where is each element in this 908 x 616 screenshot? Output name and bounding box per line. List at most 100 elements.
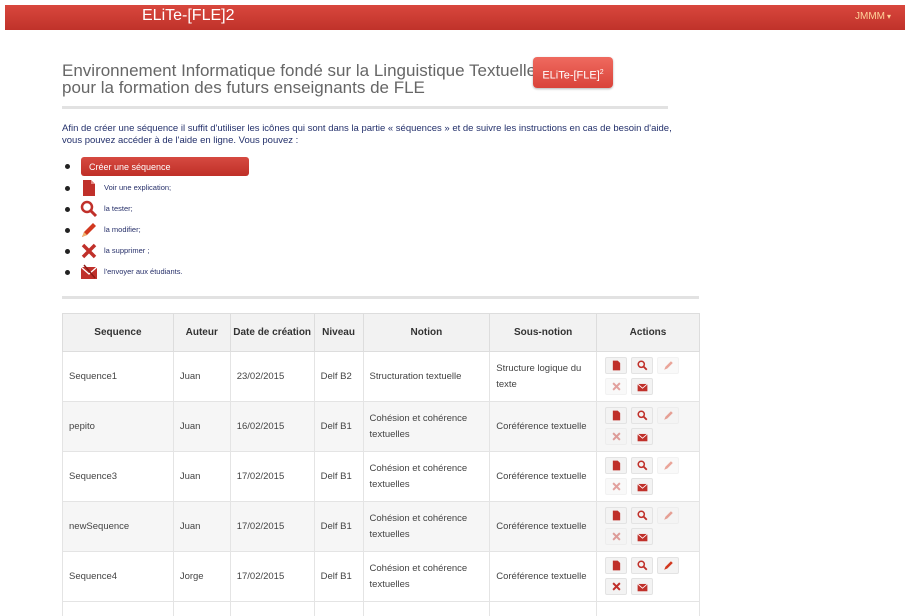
- hero-badge-text: ELiTe-[FLE]: [542, 69, 600, 82]
- send-icon[interactable]: [631, 578, 654, 595]
- user-name: JMMM: [854, 11, 885, 22]
- cell-notion: Cohésion et cohérence textuelles: [362, 501, 491, 552]
- delete-icon[interactable]: [605, 528, 628, 545]
- mail-icon: [79, 262, 99, 282]
- cell-notion: Cohésion et cohérence textuelles: [362, 551, 491, 602]
- cell-notion: Cohésion et cohérence textuelles: [362, 451, 491, 502]
- top-navbar: ELiTe-[FLE]2 JMMM ▾: [5, 5, 905, 30]
- cell-sequence: Sequence4: [62, 551, 174, 602]
- user-menu[interactable]: JMMM ▾: [855, 11, 891, 22]
- delete-icon[interactable]: [605, 428, 628, 445]
- view-icon[interactable]: [605, 507, 628, 524]
- edit-icon[interactable]: [657, 357, 680, 374]
- brand-link[interactable]: ELiTe-[FLE]2: [142, 7, 234, 25]
- col-header-actions: Actions: [596, 313, 700, 352]
- howto-label: l'envoyer aux étudiants.: [104, 267, 183, 276]
- hero-subtitle: pour la formation des futurs enseignants…: [62, 78, 425, 97]
- view-icon[interactable]: [605, 407, 628, 424]
- edit-icon[interactable]: [657, 557, 680, 574]
- table-cell: [62, 601, 174, 616]
- sequences-table: Sequence Auteur Date de création Niveau …: [62, 313, 700, 616]
- test-icon[interactable]: [631, 557, 654, 574]
- howto-label: la tester;: [104, 204, 133, 213]
- delete-icon[interactable]: [605, 378, 628, 395]
- test-icon[interactable]: [631, 457, 654, 474]
- cell-niveau: Delf B2: [313, 351, 364, 402]
- cell-sous-notion: Coréférence textuelle: [489, 401, 598, 452]
- cell-auteur: Juan: [172, 351, 231, 402]
- send-icon[interactable]: [631, 378, 654, 395]
- delete-icon[interactable]: [605, 478, 628, 495]
- intro-text: Afin de créer une séquence il suffit d'u…: [62, 123, 672, 146]
- delete-icon: [79, 241, 99, 261]
- bullet: [65, 164, 70, 169]
- list-item: Créer une séquence: [62, 157, 362, 176]
- hero-badge-sup: 2: [599, 69, 604, 76]
- test-icon[interactable]: [631, 357, 654, 374]
- cell-sous-notion: Coréférence textuelle: [489, 451, 598, 502]
- cell-auteur: Juan: [172, 451, 231, 502]
- caret-down-icon: ▾: [886, 12, 891, 21]
- view-icon[interactable]: [605, 457, 628, 474]
- bullet: [65, 270, 70, 275]
- cell-auteur: Juan: [172, 501, 231, 552]
- table-row: Sequence1 Juan 23/02/2015 Delf B2 Structurat…: [62, 351, 700, 402]
- col-header-auteur[interactable]: Auteur: [172, 313, 231, 352]
- table-cell: [313, 601, 364, 616]
- table-cell: [229, 601, 315, 616]
- magnifier-icon: [79, 199, 99, 219]
- delete-icon[interactable]: [605, 578, 628, 595]
- cell-actions: [596, 401, 700, 452]
- cell-notion: Structuration textuelle: [362, 351, 491, 402]
- cell-sequence: newSequence: [62, 501, 174, 552]
- table-cell: [172, 601, 231, 616]
- cell-date: 23/02/2015: [229, 351, 315, 402]
- cell-sequence: pepito: [62, 401, 174, 452]
- cell-sous-notion: Coréférence textuelle: [489, 501, 598, 552]
- cell-actions: [596, 501, 700, 552]
- test-icon[interactable]: [631, 507, 654, 524]
- view-icon[interactable]: [605, 557, 628, 574]
- cell-niveau: Delf B1: [313, 551, 364, 602]
- howto-label: la modifier;: [104, 225, 141, 234]
- col-header-sous-notion[interactable]: Sous-notion: [489, 313, 598, 352]
- cell-date: 17/02/2015: [229, 451, 315, 502]
- howto-label: Voir une explication;: [104, 183, 172, 192]
- table-cell: [596, 601, 700, 616]
- table-row: pepito Juan 16/02/2015 Delf B1 Cohésion et c…: [62, 401, 700, 452]
- send-icon[interactable]: [631, 478, 654, 495]
- send-icon[interactable]: [631, 428, 654, 445]
- action-group: [605, 507, 699, 546]
- col-header-niveau[interactable]: Niveau: [313, 313, 364, 352]
- cell-date: 17/02/2015: [229, 551, 315, 602]
- cell-auteur: Juan: [172, 401, 231, 452]
- cell-actions: [596, 551, 700, 602]
- cell-sous-notion: Structure logique du texte: [489, 351, 598, 402]
- cell-date: 16/02/2015: [229, 401, 315, 452]
- create-sequence-button[interactable]: Créer une séquence: [81, 157, 249, 176]
- cell-actions: [596, 351, 700, 402]
- cell-niveau: Delf B1: [313, 451, 364, 502]
- col-header-notion[interactable]: Notion: [362, 313, 491, 352]
- table-row: newSequence Juan 17/02/2015 Delf B1 Cohésion…: [62, 501, 700, 552]
- table-row: Sequence3 Juan 17/02/2015 Delf B1 Cohésion e…: [62, 451, 700, 502]
- cell-niveau: Delf B1: [313, 501, 364, 552]
- table-row: Sequence4 Jorge 17/02/2015 Delf B1 Cohésion …: [62, 551, 700, 602]
- action-group: [605, 407, 699, 446]
- action-group: [605, 357, 699, 396]
- bullet: [65, 186, 70, 191]
- cell-auteur: Jorge: [172, 551, 231, 602]
- test-icon[interactable]: [631, 407, 654, 424]
- cell-sequence: Sequence3: [62, 451, 174, 502]
- col-header-sequence[interactable]: Sequence: [62, 313, 174, 352]
- view-icon[interactable]: [605, 357, 628, 374]
- edit-icon[interactable]: [657, 407, 680, 424]
- edit-icon[interactable]: [657, 457, 680, 474]
- divider: [62, 106, 668, 109]
- cell-niveau: Delf B1: [313, 401, 364, 452]
- col-header-date[interactable]: Date de création: [229, 313, 315, 352]
- send-icon[interactable]: [631, 528, 654, 545]
- cell-actions: [596, 451, 700, 502]
- action-group: [605, 457, 699, 496]
- edit-icon[interactable]: [657, 507, 680, 524]
